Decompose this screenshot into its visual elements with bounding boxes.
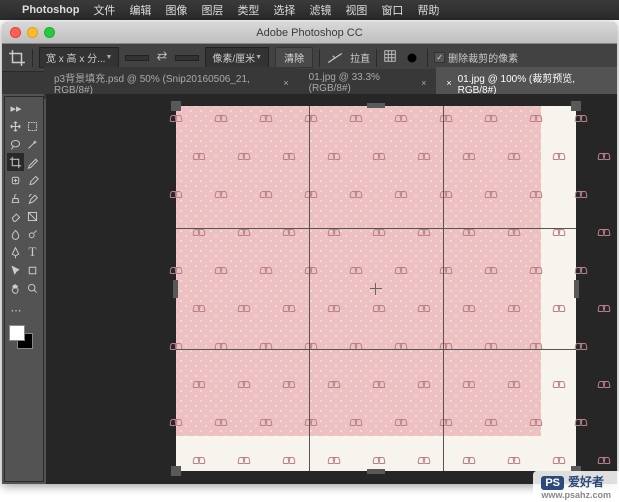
eraser-tool[interactable] — [7, 207, 24, 225]
close-icon[interactable]: × — [446, 78, 451, 88]
hand-tool[interactable] — [7, 279, 24, 297]
menu-image[interactable]: 图像 — [165, 2, 187, 18]
document-tab-strip: p3背景填充.psd @ 50% (Snip20160506_21, RGB/8… — [2, 72, 617, 94]
type-tool[interactable]: T — [24, 243, 41, 261]
foreground-color[interactable] — [9, 325, 25, 341]
close-icon[interactable]: × — [283, 78, 288, 88]
menu-file[interactable]: 文件 — [93, 2, 115, 18]
path-selection-tool[interactable] — [7, 261, 24, 279]
zoom-tool[interactable] — [24, 279, 41, 297]
canvas-viewport[interactable] — [46, 94, 617, 484]
clear-button[interactable]: 清除 — [275, 47, 313, 68]
width-input[interactable] — [125, 55, 149, 61]
blur-tool[interactable] — [7, 225, 24, 243]
gradient-tool[interactable] — [24, 207, 41, 225]
tools-panel: ▸▸ — [4, 96, 44, 482]
watermark-badge: PS — [541, 476, 564, 490]
resolution-unit-dropdown[interactable]: 像素/厘米▼ — [205, 47, 269, 68]
menu-layer[interactable]: 图层 — [201, 2, 223, 18]
pen-tool[interactable] — [7, 243, 24, 261]
brush-tool[interactable] — [24, 171, 41, 189]
watermark-url: www.psahz.com — [541, 490, 611, 500]
straighten-icon[interactable] — [326, 49, 344, 67]
delete-cropped-checkbox[interactable]: ✓ 删除裁剪的像素 — [434, 50, 518, 65]
watermark: PS爱好者 www.psahz.com — [533, 471, 619, 502]
window-titlebar: Adobe Photoshop CC — [2, 22, 617, 44]
overlay-grid-icon[interactable] — [383, 49, 397, 66]
close-icon[interactable]: × — [421, 78, 426, 88]
menu-filter[interactable]: 滤镜 — [309, 2, 331, 18]
menu-edit[interactable]: 编辑 — [129, 2, 151, 18]
app-window: Adobe Photoshop CC 宽 x 高 x 分...▼ 像素/厘米▼ … — [2, 22, 617, 484]
document-tab[interactable]: 01.jpg @ 33.3%(RGB/8#)× — [299, 69, 437, 97]
color-swatches[interactable] — [7, 325, 41, 353]
checkmark-icon: ✓ — [434, 52, 445, 63]
expand-icon[interactable]: ▸▸ — [7, 99, 25, 117]
healing-brush-tool[interactable] — [7, 171, 24, 189]
magic-wand-tool[interactable] — [24, 135, 41, 153]
crop-tool-icon[interactable] — [8, 49, 26, 67]
height-input[interactable] — [175, 55, 199, 61]
window-title: Adobe Photoshop CC — [2, 27, 617, 39]
menu-view[interactable]: 视图 — [345, 2, 367, 18]
menu-select[interactable]: 选择 — [273, 2, 295, 18]
menu-type[interactable]: 类型 — [237, 2, 259, 18]
move-tool[interactable] — [7, 117, 24, 135]
aspect-ratio-dropdown[interactable]: 宽 x 高 x 分...▼ — [39, 47, 119, 68]
marquee-tool[interactable] — [24, 117, 41, 135]
dodge-tool[interactable] — [24, 225, 41, 243]
menu-window[interactable]: 窗口 — [381, 2, 403, 18]
app-menu[interactable]: Photoshop — [22, 4, 79, 16]
shape-tool[interactable] — [24, 261, 41, 279]
history-brush-tool[interactable] — [24, 189, 41, 207]
straighten-label: 拉直 — [350, 50, 370, 65]
crop-settings-icon[interactable] — [403, 49, 421, 67]
image-pattern — [176, 106, 541, 436]
eyedropper-tool[interactable] — [24, 153, 41, 171]
system-menubar: Photoshop 文件 编辑 图像 图层 类型 选择 滤镜 视图 窗口 帮助 — [0, 0, 619, 20]
clone-stamp-tool[interactable] — [7, 189, 24, 207]
swap-dimensions-icon[interactable] — [155, 49, 169, 66]
crop-tool[interactable] — [7, 153, 24, 171]
document-canvas[interactable] — [176, 106, 576, 471]
menu-help[interactable]: 帮助 — [417, 2, 439, 18]
lasso-tool[interactable] — [7, 135, 24, 153]
edit-toolbar-icon[interactable]: ⋯ — [7, 301, 25, 319]
